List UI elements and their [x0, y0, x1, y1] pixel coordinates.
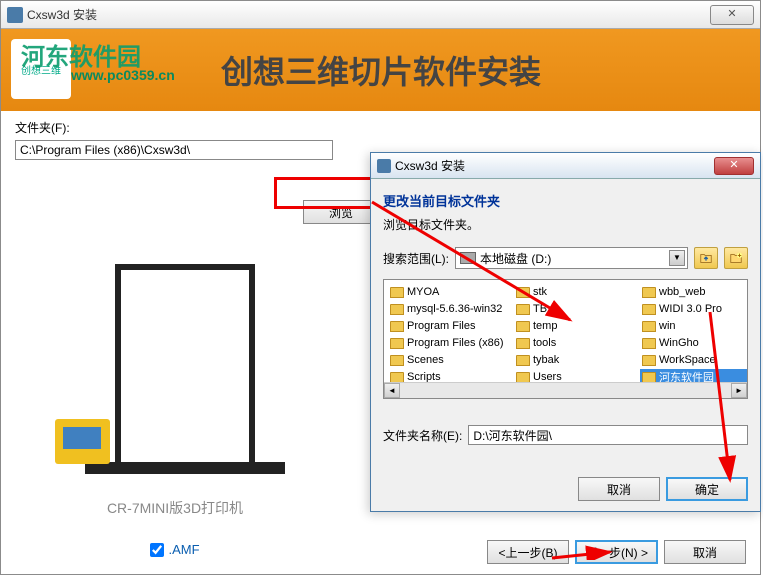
list-item[interactable]: stk [514, 284, 632, 300]
list-item[interactable]: WIDI 3.0 Pro [640, 301, 748, 317]
drive-icon [460, 252, 476, 264]
list-item[interactable]: tybak [514, 352, 632, 368]
list-item-label: temp [533, 320, 557, 332]
list-item-label: wbb_web [659, 286, 705, 298]
folder-icon [390, 321, 404, 332]
horizontal-scrollbar[interactable]: ◄ ► [384, 382, 747, 398]
dialog-app-icon [377, 159, 391, 173]
list-item[interactable]: tools [514, 335, 632, 351]
dialog-subheading: 浏览目标文件夹。 [383, 216, 748, 233]
amf-checkbox[interactable] [150, 543, 164, 557]
list-item[interactable]: wbb_web [640, 284, 748, 300]
printer-caption: CR-7MINI版3D打印机 [15, 498, 335, 518]
new-folder-button[interactable] [724, 247, 748, 269]
list-item-label: win [659, 320, 676, 332]
folder-label: 文件夹(F): [15, 119, 746, 136]
dialog-cancel-button[interactable]: 取消 [578, 477, 660, 501]
scroll-right-icon[interactable]: ► [731, 383, 747, 398]
list-item[interactable]: win [640, 318, 748, 334]
folder-icon [390, 338, 404, 349]
folder-icon [390, 304, 404, 315]
main-title: Cxsw3d 安装 [27, 6, 710, 23]
list-item[interactable]: WinGho [640, 335, 748, 351]
main-cancel-button[interactable]: 取消 [664, 540, 746, 564]
list-item-label: WIDI 3.0 Pro [659, 303, 722, 315]
folder-icon [642, 338, 656, 349]
list-item-label: WorkSpace [659, 354, 716, 366]
list-item-label: TB [533, 303, 547, 315]
folder-icon [390, 287, 404, 298]
dialog-heading: 更改当前目标文件夹 [383, 191, 748, 210]
list-item[interactable]: temp [514, 318, 632, 334]
folder-icon [642, 355, 656, 366]
banner-title: 创想三维切片软件安装 [221, 47, 541, 93]
list-item-label: WinGho [659, 337, 699, 349]
filename-input[interactable] [468, 425, 748, 445]
folder-icon [642, 287, 656, 298]
chevron-down-icon[interactable]: ▼ [669, 250, 685, 266]
folder-icon [642, 304, 656, 315]
folder-icon [516, 287, 530, 298]
banner: 创想三维 河东软件园 www.pc0359.cn 创想三维切片软件安装 [1, 29, 760, 111]
printer-illustration [45, 254, 305, 494]
folder-icon [516, 321, 530, 332]
list-item[interactable]: MYOA [388, 284, 506, 300]
folder-icon [390, 372, 404, 383]
folder-icon [642, 372, 656, 383]
app-icon [7, 7, 23, 23]
dialog-titlebar: Cxsw3d 安装 ✕ [371, 153, 760, 179]
next-button[interactable]: 下一步(N) > [575, 540, 658, 564]
list-item-label: MYOA [407, 286, 439, 298]
list-item[interactable]: mysql-5.6.36-win32 [388, 301, 506, 317]
watermark-url: www.pc0359.cn [71, 67, 175, 83]
drive-select[interactable]: 本地磁盘 (D:) ▼ [455, 247, 688, 269]
scroll-left-icon[interactable]: ◄ [384, 383, 400, 398]
list-item-label: Program Files (x86) [407, 337, 504, 349]
list-item-label: mysql-5.6.36-win32 [407, 303, 502, 315]
up-folder-button[interactable] [694, 247, 718, 269]
main-close-button[interactable]: ✕ [710, 5, 754, 25]
dialog-close-button[interactable]: ✕ [714, 157, 754, 175]
folder-icon [516, 338, 530, 349]
drive-label: 本地磁盘 (D:) [480, 250, 551, 267]
main-titlebar: Cxsw3d 安装 ✕ [1, 1, 760, 29]
dialog-ok-button[interactable]: 确定 [666, 477, 748, 501]
list-item-label: stk [533, 286, 547, 298]
list-item[interactable]: Scenes [388, 352, 506, 368]
list-item-label: tools [533, 337, 556, 349]
search-scope-label: 搜索范围(L): [383, 250, 449, 267]
folder-icon [642, 321, 656, 332]
folder-icon [516, 355, 530, 366]
install-path-input[interactable] [15, 140, 333, 160]
list-item-label: Scenes [407, 354, 444, 366]
folder-new-icon [729, 251, 743, 265]
list-item[interactable]: Program Files [388, 318, 506, 334]
folder-icon [516, 372, 530, 383]
amf-label: .AMF [168, 542, 199, 557]
dialog-title: Cxsw3d 安装 [395, 157, 465, 174]
list-item[interactable]: TB [514, 301, 632, 317]
list-item[interactable]: Program Files (x86) [388, 335, 506, 351]
filename-label: 文件夹名称(E): [383, 427, 462, 444]
list-item-label: Program Files [407, 320, 475, 332]
list-item-label: tybak [533, 354, 559, 366]
list-item[interactable]: WorkSpace [640, 352, 748, 368]
browse-button[interactable]: 浏览 [303, 200, 379, 224]
folder-up-icon [699, 251, 713, 265]
back-button[interactable]: <上一步(B) [487, 540, 569, 564]
browse-folder-dialog: Cxsw3d 安装 ✕ 更改当前目标文件夹 浏览目标文件夹。 搜索范围(L): … [370, 152, 761, 512]
folder-list[interactable]: MYOA mysql-5.6.36-win32 Program Files Progr… [383, 279, 748, 399]
folder-icon [516, 304, 530, 315]
folder-icon [390, 355, 404, 366]
